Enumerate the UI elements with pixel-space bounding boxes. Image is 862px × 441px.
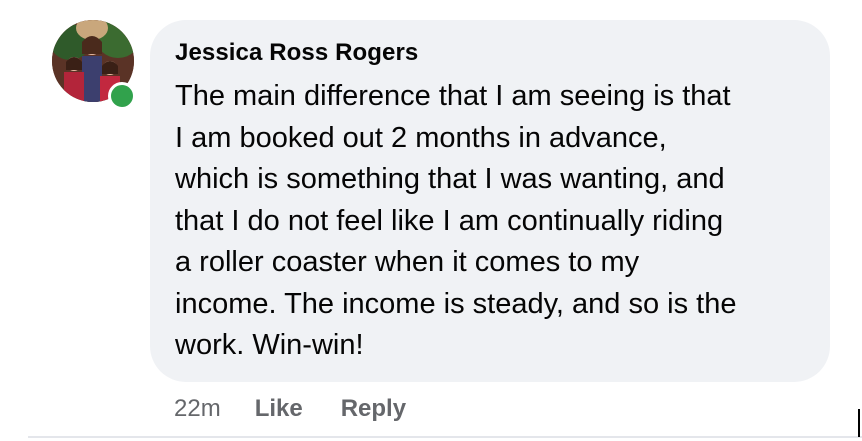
comment-actions: 22m Like Reply (174, 392, 406, 426)
comment-line: I am booked out 2 months in advance, (175, 121, 667, 154)
comment-line: The main difference that I am seeing is … (175, 80, 731, 112)
like-button[interactable]: Like (255, 395, 303, 423)
comment-line: that I do not feel like I am continually… (175, 204, 724, 237)
comment-body: The main difference that I am seeing is … (175, 76, 806, 367)
comment-bubble: Jessica Ross Rogers The main difference … (150, 20, 830, 382)
comment-author[interactable]: Jessica Ross Rogers (175, 38, 806, 68)
comment-line: work. Win-win! (175, 329, 364, 361)
online-status-indicator (108, 82, 136, 110)
comment: Jessica Ross Rogers The main difference … (0, 0, 862, 441)
text-cursor (858, 409, 860, 437)
comment-line: which is something that I was wanting, a… (175, 163, 725, 195)
reply-button[interactable]: Reply (341, 395, 406, 423)
comment-line: a roller coaster when it comes to my (175, 246, 640, 278)
comment-timestamp[interactable]: 22m (174, 395, 221, 423)
comment-line: income. The income is steady, and so is … (175, 287, 737, 320)
divider (28, 436, 862, 438)
